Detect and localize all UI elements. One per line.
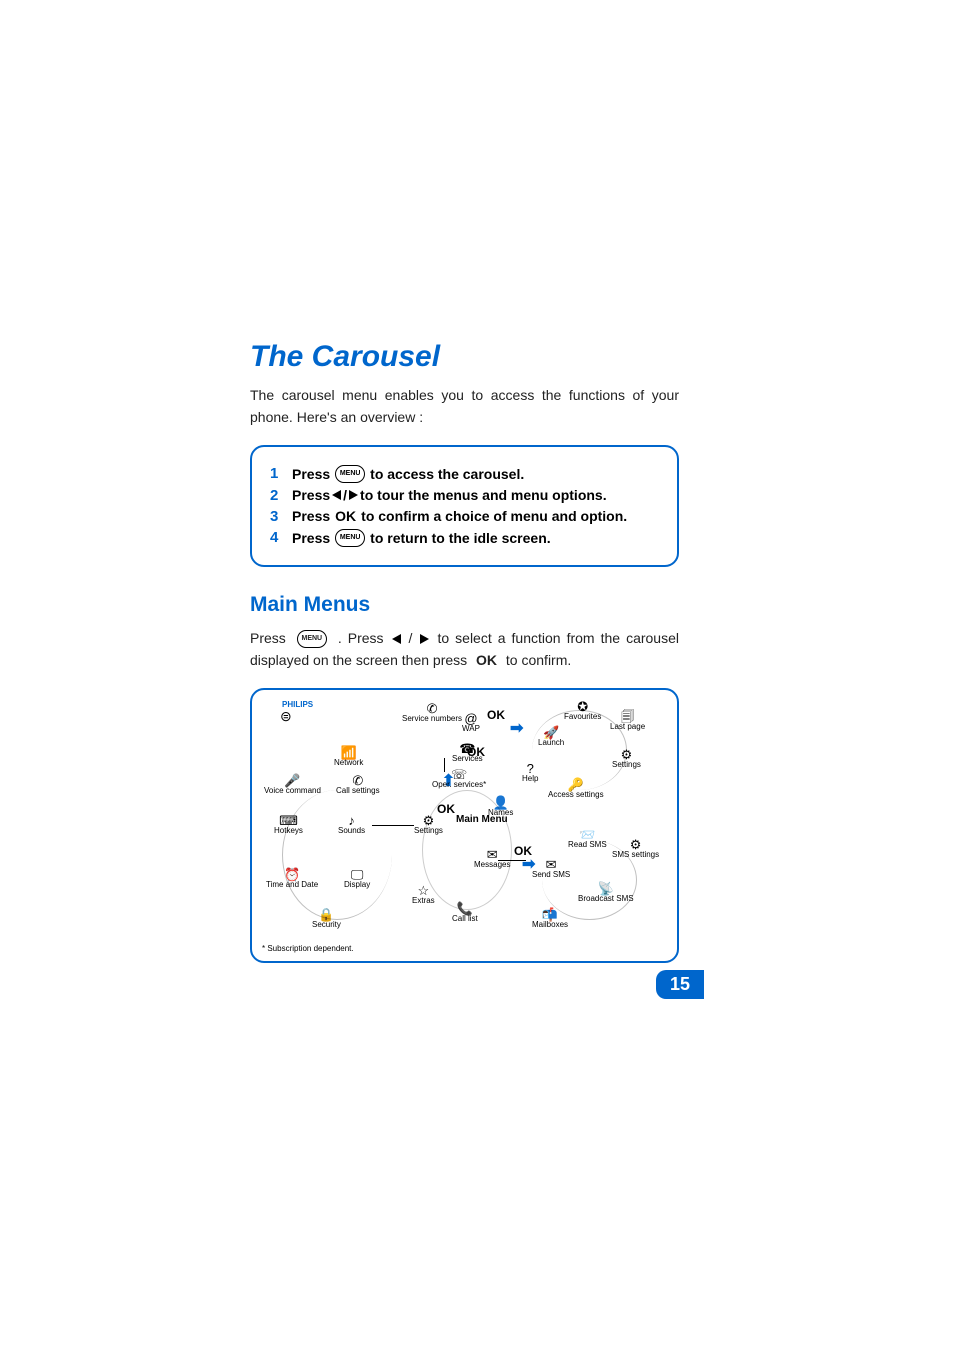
- node-oper-services: ☏Oper. services*: [432, 768, 486, 790]
- step-2: 2 Press / to tour the menus and menu opt…: [270, 487, 659, 504]
- menu-icon: MENU: [335, 465, 365, 483]
- ok-icon: OK: [476, 652, 497, 668]
- node-voice-command: 🎤Voice command: [264, 774, 321, 796]
- right-arrow-icon: [349, 490, 358, 500]
- ok-label: OK: [487, 708, 505, 722]
- body-mid2: /: [409, 630, 419, 646]
- body-pre: Press: [250, 630, 292, 646]
- intro-text: The carousel menu enables you to access …: [250, 384, 679, 429]
- node-services: ☎Services: [452, 742, 483, 764]
- step-num: 3: [270, 508, 292, 525]
- step-text-pre: Press: [292, 508, 330, 524]
- page-number-badge: 15: [656, 970, 704, 999]
- step-text-post: to tour the menus and menu options.: [360, 487, 607, 503]
- step-num: 1: [270, 465, 292, 482]
- section-heading: Main Menus: [250, 593, 679, 617]
- step-text-post: to access the carousel.: [370, 466, 524, 482]
- left-arrow-icon: [332, 490, 341, 500]
- menu-icon: MENU: [335, 529, 365, 547]
- node-network: 📶Network: [334, 746, 363, 768]
- node-wap: @WAP: [462, 712, 480, 734]
- body-post: to confirm.: [506, 652, 571, 668]
- page-title: The Carousel: [250, 340, 679, 374]
- body-text: Press MENU . Press / to select a functio…: [250, 627, 679, 672]
- step-num: 4: [270, 529, 292, 546]
- step-text-pre: Press: [292, 466, 330, 482]
- step-text-post: to return to the idle screen.: [370, 530, 550, 546]
- step-text-pre: Press: [292, 530, 330, 546]
- step-4: 4 Press MENU to return to the idle scree…: [270, 529, 659, 547]
- arrow-right-icon: ➡: [510, 718, 523, 738]
- carousel-diagram: PHILIPS ⊜ Main Menu OK OK OK OK ➡ ➡ ➡ ✆S…: [250, 688, 679, 963]
- node-service-numbers: ✆Service numbers: [402, 702, 462, 724]
- right-arrow-icon: [420, 634, 429, 644]
- diagram-footnote: * Subscription dependent.: [262, 944, 354, 953]
- ok-icon: OK: [335, 508, 356, 524]
- body-mid1: . Press: [338, 630, 390, 646]
- left-arrow-icon: [392, 634, 401, 644]
- step-num: 2: [270, 487, 292, 504]
- step-text-post: to confirm a choice of menu and option.: [361, 508, 627, 524]
- philips-shield-icon: ⊜: [280, 708, 292, 725]
- menu-icon: MENU: [297, 630, 327, 648]
- step-3: 3 Press OK to confirm a choice of menu a…: [270, 508, 659, 525]
- slash: /: [343, 487, 347, 503]
- steps-box: 1 Press MENU to access the carousel. 2 P…: [250, 445, 679, 567]
- step-text-pre: Press: [292, 487, 330, 503]
- step-1: 1 Press MENU to access the carousel.: [270, 465, 659, 483]
